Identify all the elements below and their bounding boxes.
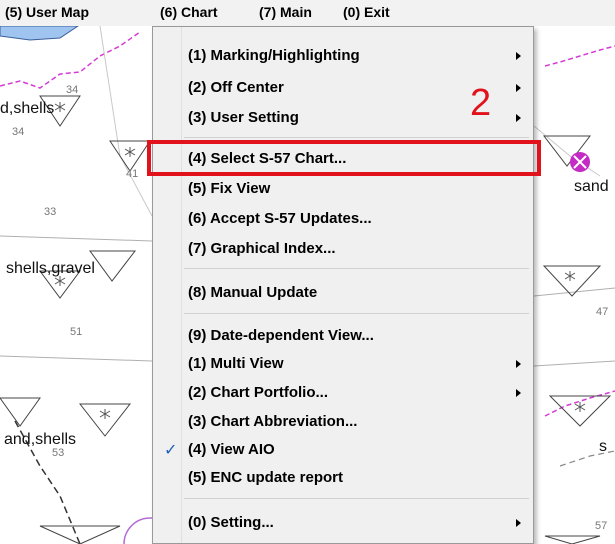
menu-item-label: (1) Marking/Highlighting [188, 47, 360, 64]
submenu-arrow-icon [516, 84, 521, 92]
depth-label: 34 [66, 84, 79, 96]
menu-item-graphical-index[interactable]: (7) Graphical Index... [155, 236, 531, 262]
menu-item-label: (8) Manual Update [188, 284, 318, 301]
seabed-label: shells,gravel [6, 260, 95, 277]
menu-separator [184, 268, 529, 269]
menu-item-label: (1) Multi View [188, 355, 284, 372]
menu-item-setting[interactable]: (0) Setting... [155, 510, 531, 536]
menu-item-label: (6) Accept S-57 Updates... [188, 210, 372, 227]
menu-item-view-aio[interactable]: ✓ (4) View AIO [155, 437, 531, 463]
menu-item-fix-view[interactable]: (5) Fix View [155, 176, 531, 202]
menu-item-date-dependent-view[interactable]: (9) Date-dependent View... [155, 323, 531, 349]
depth-label: 51 [70, 326, 83, 338]
menu-item-label: (7) Graphical Index... [188, 240, 336, 257]
menu-item-label: (2) Chart Portfolio... [188, 384, 328, 401]
menu-chart[interactable]: (6) Chart [160, 4, 218, 20]
submenu-arrow-icon [516, 52, 521, 60]
menu-item-label: (9) Date-dependent View... [188, 327, 374, 344]
menu-bar: (5) User Map (6) Chart (7) Main (0) Exit [0, 0, 615, 26]
menu-item-enc-update-report[interactable]: (5) ENC update report [155, 465, 531, 491]
depth-label: 34 [12, 126, 25, 138]
menu-item-label: (2) Off Center [188, 79, 284, 96]
menu-item-marking-highlighting[interactable]: (1) Marking/Highlighting [155, 43, 531, 69]
menu-item-label: (5) ENC update report [188, 469, 344, 486]
submenu-arrow-icon [516, 389, 521, 397]
menu-separator [184, 498, 529, 499]
menu-separator [184, 313, 529, 314]
menu-exit[interactable]: (0) Exit [343, 4, 390, 20]
submenu-arrow-icon [516, 519, 521, 527]
menu-item-chart-abbreviation[interactable]: (3) Chart Abbreviation... [155, 409, 531, 435]
menu-main[interactable]: (7) Main [259, 4, 312, 20]
depth-label: 57 [595, 520, 608, 532]
seabed-label: d,shells [0, 100, 55, 117]
menu-item-label: (0) Setting... [188, 514, 274, 531]
highlight-box [147, 140, 541, 176]
seabed-label: sand [574, 178, 609, 195]
submenu-arrow-icon [516, 114, 521, 122]
submenu-arrow-icon [516, 360, 521, 368]
menu-item-label: (4) View AIO [188, 441, 275, 458]
menu-user-map[interactable]: (5) User Map [5, 4, 89, 20]
menu-item-label: (5) Fix View [188, 180, 271, 197]
depth-label: 47 [596, 306, 609, 318]
seabed-label: s [599, 438, 607, 455]
seabed-label: and,shells [4, 431, 77, 448]
step-number-label: 2 [470, 82, 492, 124]
menu-item-label: (3) Chart Abbreviation... [188, 413, 358, 430]
menu-item-label: (3) User Setting [188, 109, 299, 126]
menu-item-accept-s57-updates[interactable]: (6) Accept S-57 Updates... [155, 206, 531, 232]
menu-item-chart-portfolio[interactable]: (2) Chart Portfolio... [155, 380, 531, 406]
depth-label: 33 [44, 206, 57, 218]
menu-item-manual-update[interactable]: (8) Manual Update [155, 280, 531, 306]
menu-item-multi-view[interactable]: (1) Multi View [155, 351, 531, 377]
depth-label: 41 [126, 168, 139, 180]
menu-separator [184, 137, 529, 138]
checkmark-icon: ✓ [164, 442, 178, 459]
